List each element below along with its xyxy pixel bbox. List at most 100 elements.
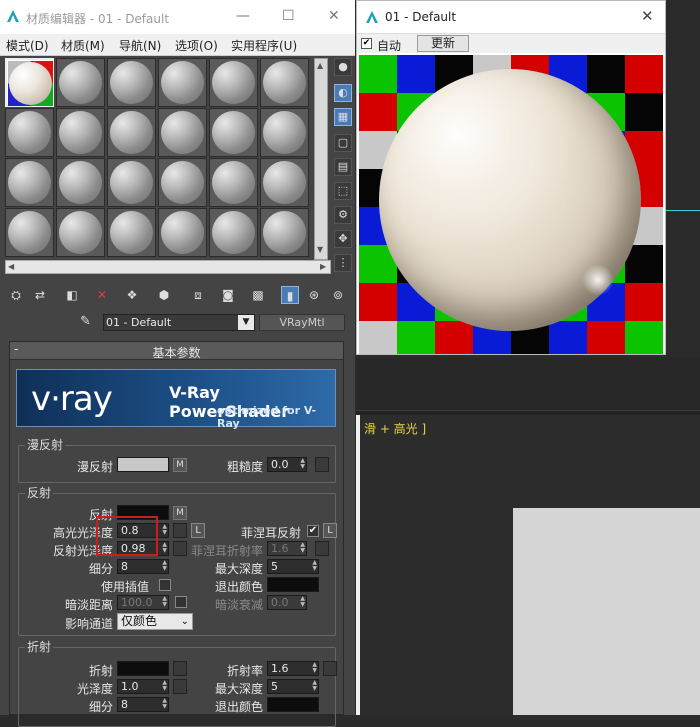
- basic-params-rollout-header[interactable]: - 基本参数: [10, 342, 343, 360]
- sample-slot[interactable]: [260, 58, 309, 107]
- ior-map-slot[interactable]: [323, 661, 337, 676]
- sample-slot[interactable]: [209, 108, 258, 157]
- go-forward-to-sibling-icon[interactable]: ⊚: [329, 286, 347, 304]
- spinner-arrows-icon[interactable]: ▲ ▼: [300, 542, 305, 554]
- sample-slot[interactable]: [107, 108, 156, 157]
- scroll-right-icon[interactable]: ▶: [320, 262, 326, 271]
- refr-gloss-spinner[interactable]: 1.0 ▲ ▼: [117, 679, 169, 694]
- spinner-arrows-icon[interactable]: ▲ ▼: [300, 596, 305, 608]
- affect-channels-dropdown[interactable]: 仅颜色 ⌄: [117, 613, 193, 630]
- put-to-scene-icon[interactable]: ⇄: [31, 286, 49, 304]
- refract-color-swatch[interactable]: [117, 661, 169, 676]
- sample-slot[interactable]: [158, 158, 207, 207]
- copy-material-icon[interactable]: ❖: [123, 286, 141, 304]
- dim-falloff-spinner[interactable]: 0.0 ▲ ▼: [267, 595, 307, 610]
- viewport-shading-label[interactable]: 滑 + 高光 ]: [364, 420, 426, 437]
- sample-slot[interactable]: [56, 108, 105, 157]
- fresnel-checkbox[interactable]: ✔: [307, 525, 319, 537]
- scroll-up-icon[interactable]: ▲: [317, 61, 323, 70]
- refr-max-depth-spinner[interactable]: 5 ▲ ▼: [267, 679, 319, 694]
- sample-slot[interactable]: [56, 208, 105, 257]
- auto-checkbox[interactable]: ✔: [361, 38, 372, 49]
- spinner-arrows-icon[interactable]: ▲ ▼: [312, 560, 317, 572]
- sample-slot[interactable]: [5, 208, 54, 257]
- show-end-result-icon[interactable]: ▮: [281, 286, 299, 304]
- ior-spinner[interactable]: 1.6 ▲ ▼: [267, 661, 319, 676]
- viewport-object[interactable]: [513, 508, 700, 715]
- background-icon[interactable]: ▦: [334, 108, 352, 126]
- make-preview-icon[interactable]: ⬚: [334, 182, 352, 200]
- slots-vertical-scrollbar[interactable]: ▲ ▼: [314, 58, 328, 260]
- diffuse-map-button[interactable]: M: [173, 458, 187, 472]
- sample-slot[interactable]: [158, 108, 207, 157]
- sample-slot[interactable]: [56, 58, 105, 107]
- scroll-down-icon[interactable]: ▼: [317, 245, 323, 254]
- dim-distance-checkbox[interactable]: [175, 596, 187, 608]
- sample-slot[interactable]: [260, 158, 309, 207]
- sample-slot[interactable]: [260, 208, 309, 257]
- menu-options[interactable]: 选项(O): [175, 37, 218, 54]
- sample-slot[interactable]: [107, 158, 156, 207]
- material-name-field[interactable]: 01 - Default ▼: [103, 314, 255, 331]
- sample-slot[interactable]: [158, 58, 207, 107]
- spinner-arrows-icon[interactable]: ▲ ▼: [162, 698, 167, 710]
- preview-close-button[interactable]: ✕: [641, 7, 654, 25]
- roughness-spinner[interactable]: 0.0 ▲ ▼: [267, 457, 307, 472]
- hilight-lock-button[interactable]: L: [191, 523, 205, 538]
- sample-slot[interactable]: [56, 158, 105, 207]
- sample-slot[interactable]: [158, 208, 207, 257]
- put-to-library-icon[interactable]: ⧈: [189, 286, 207, 304]
- spinner-arrows-icon[interactable]: ▲ ▼: [162, 524, 167, 536]
- use-interp-checkbox[interactable]: [159, 579, 171, 591]
- menu-mode[interactable]: 模式(D): [6, 37, 49, 54]
- sample-slot[interactable]: [209, 158, 258, 207]
- sample-slot[interactable]: [209, 208, 258, 257]
- options-icon[interactable]: ⚙: [334, 206, 352, 224]
- menu-material[interactable]: 材质(M): [61, 37, 105, 54]
- spinner-arrows-icon[interactable]: ▲ ▼: [312, 680, 317, 692]
- sample-slot[interactable]: [107, 58, 156, 107]
- spinner-arrows-icon[interactable]: ▲ ▼: [162, 680, 167, 692]
- chevron-down-icon[interactable]: ▼: [238, 315, 254, 330]
- spinner-arrows-icon[interactable]: ▲ ▼: [162, 542, 167, 554]
- refr-exit-color-swatch[interactable]: [267, 697, 319, 712]
- sample-slot[interactable]: [260, 108, 309, 157]
- menu-navigation[interactable]: 导航(N): [119, 37, 161, 54]
- slots-horizontal-scrollbar[interactable]: ◀ ▶: [5, 260, 331, 274]
- assign-to-selection-icon[interactable]: ◧: [63, 286, 81, 304]
- sample-slot[interactable]: [5, 158, 54, 207]
- material-id-channel-icon[interactable]: ◙: [219, 286, 237, 304]
- fresnel-ior-map-slot[interactable]: [315, 541, 329, 556]
- get-material-icon[interactable]: ⛭: [7, 286, 25, 304]
- refr-gloss-map-slot[interactable]: [173, 679, 187, 694]
- video-color-check-icon[interactable]: ▤: [334, 158, 352, 176]
- reflect-map-button[interactable]: M: [173, 506, 187, 520]
- menu-utilities[interactable]: 实用程序(U): [231, 37, 297, 54]
- material-type-button[interactable]: VRayMtl: [259, 314, 345, 331]
- refr-subdivs-spinner[interactable]: 8 ▲ ▼: [117, 697, 169, 712]
- sample-slot[interactable]: [5, 108, 54, 157]
- sample-slot[interactable]: [5, 58, 54, 107]
- roughness-map-slot[interactable]: [315, 457, 329, 472]
- spinner-arrows-icon[interactable]: ▲ ▼: [162, 560, 167, 572]
- sample-type-icon[interactable]: ●: [334, 58, 352, 76]
- spinner-arrows-icon[interactable]: ▲ ▼: [162, 596, 167, 608]
- select-by-material-icon[interactable]: ✥: [334, 230, 352, 248]
- subdivs-spinner[interactable]: 8 ▲ ▼: [117, 559, 169, 574]
- exit-color-swatch[interactable]: [267, 577, 319, 592]
- uv-tiling-icon[interactable]: ▢: [334, 134, 352, 152]
- go-to-parent-icon[interactable]: ⊛: [305, 286, 323, 304]
- refract-map-slot[interactable]: [173, 661, 187, 676]
- sample-slot[interactable]: [107, 208, 156, 257]
- eyedropper-icon[interactable]: ✎: [80, 314, 96, 330]
- scroll-left-icon[interactable]: ◀: [8, 262, 14, 271]
- minimize-button[interactable]: —: [236, 8, 250, 24]
- maximize-button[interactable]: ☐: [282, 8, 295, 24]
- fresnel-ior-spinner[interactable]: 1.6 ▲ ▼: [267, 541, 307, 556]
- fresnel-lock-button[interactable]: L: [323, 523, 337, 538]
- show-map-in-viewport-icon[interactable]: ▩: [249, 286, 267, 304]
- viewport[interactable]: 滑 + 高光 ]: [356, 415, 700, 715]
- reset-map-icon[interactable]: ✕: [93, 286, 111, 304]
- dim-distance-spinner[interactable]: 100.0 ▲ ▼: [117, 595, 169, 610]
- max-depth-spinner[interactable]: 5 ▲ ▼: [267, 559, 319, 574]
